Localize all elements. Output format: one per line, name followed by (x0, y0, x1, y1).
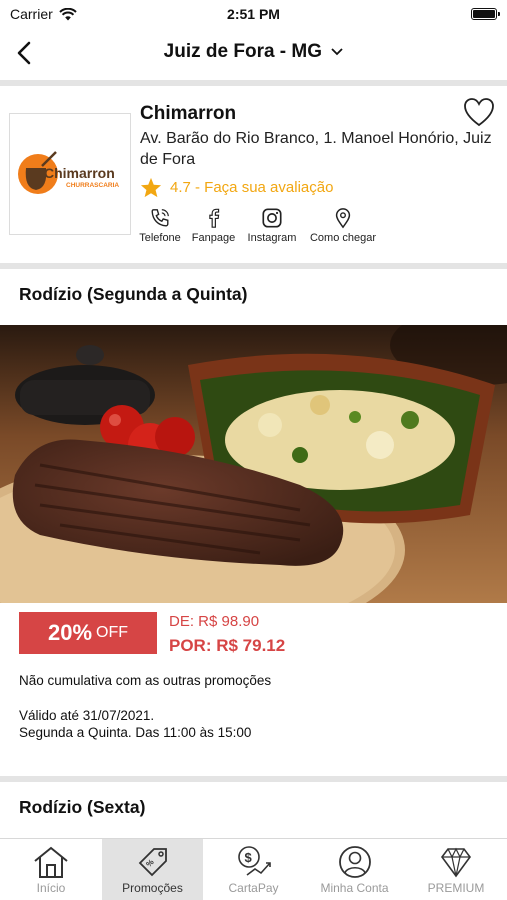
instagram-label: Instagram (247, 232, 297, 244)
original-price: DE: R$ 98.90 (169, 613, 260, 630)
promotion-title: Rodízio (Segunda a Quinta) (19, 284, 248, 304)
promotion-validity: Válido até 31/07/2021. (19, 708, 155, 723)
tab-inicio[interactable]: Início (0, 839, 102, 900)
promotion-image[interactable] (0, 325, 507, 603)
status-bar: Carrier 2:51 PM (0, 0, 507, 28)
user-icon (338, 846, 371, 878)
dollar-chart-icon: $ (237, 846, 271, 876)
restaurant-logo: Chimarron CHURRASCARIA (9, 113, 131, 235)
phone-icon (151, 209, 169, 227)
restaurant-name: Chimarron (140, 103, 237, 124)
tab-label: Início (36, 881, 66, 895)
chevron-down-icon (331, 48, 343, 56)
discount-percent: 20% (47, 620, 93, 645)
promotion-note: Não cumulativa com as outras promoções (19, 673, 272, 688)
battery-icon (471, 8, 500, 20)
divider (0, 80, 507, 86)
favorite-button[interactable] (462, 96, 496, 128)
directions-button[interactable]: Como chegar (303, 207, 383, 244)
promotion-schedule: Segunda a Quinta. Das 11:00 às 15:00 (19, 725, 252, 740)
discount-suffix: OFF (96, 624, 129, 641)
phone-button[interactable]: Telefone (134, 207, 186, 244)
rating-link[interactable]: 4.7 - Faça sua avaliação (140, 177, 333, 198)
divider (0, 263, 507, 269)
tab-promocoes[interactable]: % Promoções (102, 839, 203, 900)
fanpage-label: Fanpage (191, 232, 236, 244)
restaurant-address: Av. Barão do Rio Branco, 1. Manoel Honór… (140, 130, 492, 168)
heart-icon (464, 98, 494, 127)
svg-text:CHURRASCARIA: CHURRASCARIA (66, 182, 119, 189)
tab-label: Minha Conta (320, 881, 389, 895)
contact-actions: Telefone Fanpage Instagram Como chegar (134, 207, 383, 244)
facebook-icon (208, 208, 219, 228)
instagram-button[interactable]: Instagram (241, 207, 303, 244)
svg-text:%: % (144, 858, 155, 869)
discounted-price: POR: R$ 79.12 (169, 636, 286, 655)
diamond-icon (441, 847, 471, 878)
instagram-icon (262, 208, 282, 228)
home-icon (34, 846, 68, 878)
promotion-title: Rodízio (Sexta) (19, 797, 146, 817)
svg-text:Chimarron: Chimarron (44, 165, 115, 181)
tab-label: PREMIUM (427, 881, 485, 895)
star-icon (140, 177, 162, 198)
tab-premium[interactable]: PREMIUM (405, 839, 507, 900)
city-title: Juiz de Fora - MG (163, 41, 323, 62)
navigation-bar: Juiz de Fora - MG (0, 28, 507, 78)
tab-label: CartaPay (228, 881, 279, 895)
tab-bar: Início % Promoções $ CartaPay Minha Cont… (0, 838, 507, 900)
map-pin-icon (335, 208, 351, 229)
rating-text: 4.7 - Faça sua avaliação (170, 179, 334, 196)
fanpage-button[interactable]: Fanpage (186, 207, 241, 244)
tab-cartapay[interactable]: $ CartaPay (203, 839, 304, 900)
svg-text:$: $ (244, 850, 252, 865)
phone-label: Telefone (139, 232, 181, 244)
status-time: 2:51 PM (227, 6, 280, 22)
tab-label: Promoções (122, 881, 183, 895)
directions-label: Como chegar (309, 232, 377, 244)
price-tag-icon: % (138, 848, 167, 877)
tab-minha-conta[interactable]: Minha Conta (304, 839, 405, 900)
divider (0, 776, 507, 782)
city-selector[interactable]: Juiz de Fora - MG (0, 41, 507, 63)
discount-badge: 20% OFF (19, 612, 157, 654)
